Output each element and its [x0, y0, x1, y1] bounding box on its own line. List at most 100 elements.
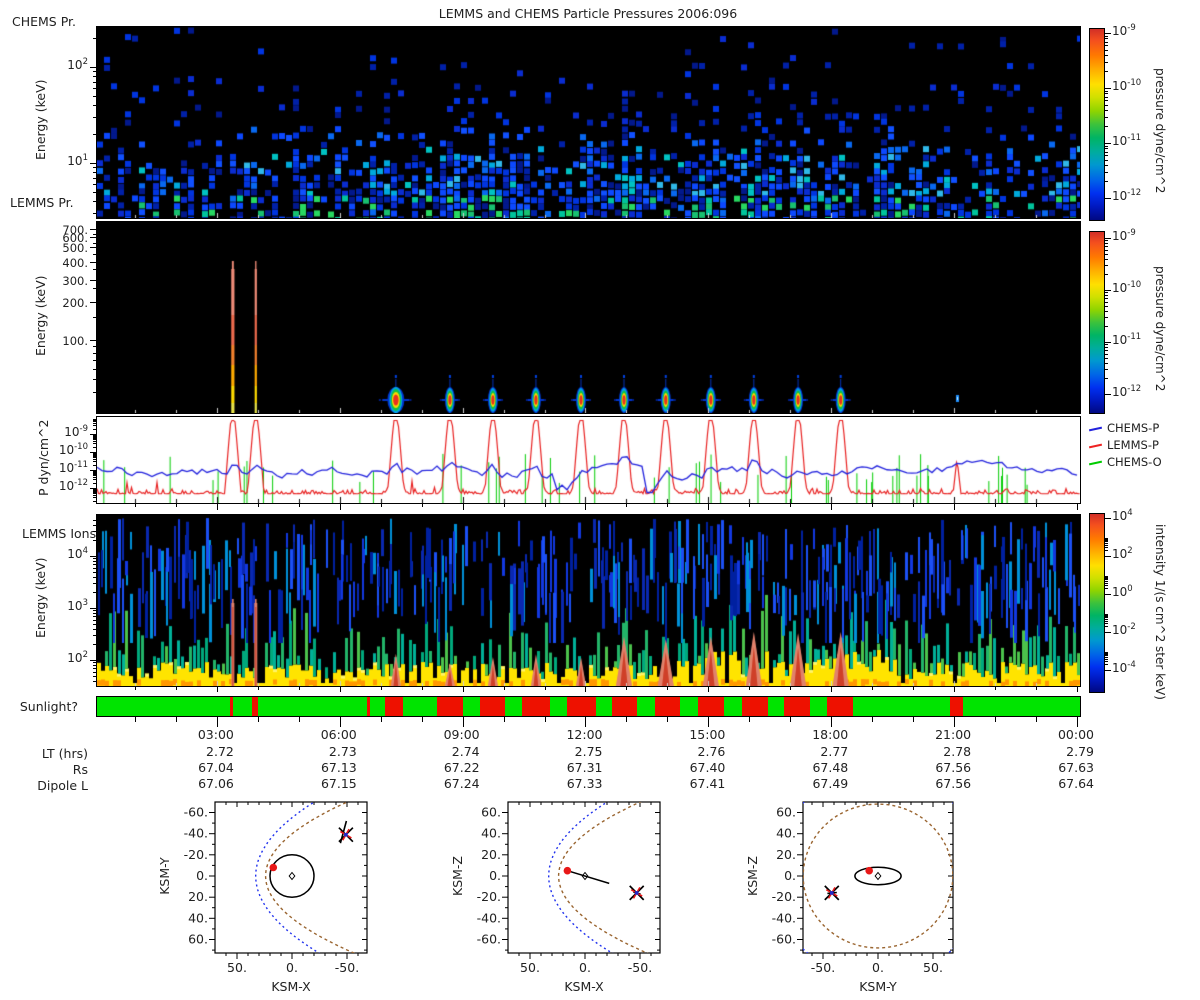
colorbar-major-tick: [1105, 143, 1111, 144]
colorbar-minor-tick: [1105, 653, 1108, 654]
colorbar-minor-tick: [1105, 538, 1108, 539]
colorbar-tick-label: 10-12: [1112, 188, 1142, 203]
y-minor-tick: [93, 479, 97, 480]
panel-gap-tick: [340, 504, 341, 510]
magnetopause-circle: [803, 803, 953, 949]
svg-text:KSM-Z: KSM-Z: [745, 856, 760, 896]
svg-text:40.: 40.: [776, 826, 796, 841]
sunlight-off-segment: [742, 697, 769, 716]
colorbar-minor-tick: [1105, 354, 1108, 355]
colorbar-minor-tick: [1105, 583, 1108, 584]
svg-text:0.: 0.: [579, 960, 591, 975]
chems-pressure-spectrogram: [96, 26, 1081, 219]
colorbar-major-tick: [1105, 33, 1111, 34]
panel-gap-tick: [831, 504, 832, 510]
ions-panel-label: LEMMS Ions: [22, 526, 97, 541]
ephemeris-value: 67.41: [689, 776, 726, 791]
sunlight-off-segment: [612, 697, 638, 716]
sunlight-on-segment: [257, 697, 368, 716]
panel-gap-tick: [422, 504, 423, 507]
sunlight-off-segment: [784, 697, 810, 716]
ephemeris-value: 67.64: [1058, 776, 1094, 791]
y-minor-tick: [93, 425, 97, 426]
y-minor-tick: [93, 105, 97, 106]
bow-shock-curve: [548, 802, 614, 953]
svg-text:KSM-Y: KSM-Y: [157, 857, 172, 895]
svg-text:40.: 40.: [481, 826, 501, 841]
colorbar-minor-tick: [1105, 616, 1108, 617]
colorbar-minor-tick: [1105, 148, 1108, 149]
y-minor-tick: [93, 665, 97, 666]
y-minor-tick: [93, 644, 97, 645]
y-minor-tick: [93, 76, 97, 77]
sunlight-on-segment: [402, 697, 437, 716]
colorbar-minor-tick: [1105, 664, 1108, 665]
plot-page: LEMMS and CHEMS Particle Pressures 2006:…: [0, 0, 1200, 1000]
y-minor-tick: [93, 583, 97, 584]
y-major-tick: [90, 237, 97, 238]
time-axis-tick: [258, 717, 259, 722]
y-minor-tick: [93, 672, 97, 673]
y-minor-tick: [93, 213, 97, 214]
titan-marker: [563, 866, 572, 875]
colorbar-minor-tick: [1105, 97, 1108, 98]
time-tick-label: 15:00: [689, 727, 726, 742]
colorbar-tick-label: 10-4: [1112, 660, 1136, 675]
y-minor-tick: [93, 520, 97, 521]
ephemeris-value: 2.78: [943, 744, 972, 759]
sunlight-on-segment: [97, 697, 230, 716]
colorbar-tick-label: 10-2: [1112, 622, 1136, 637]
colorbar-lemms-ions: [1089, 513, 1105, 693]
y-minor-tick: [93, 540, 97, 541]
magnetopause-curve: [557, 802, 649, 953]
dipole-row-label: Dipole L: [37, 778, 88, 793]
panel-gap-tick: [708, 687, 709, 692]
colorbar-tick-label: 10-11: [1112, 332, 1142, 347]
y-minor-tick: [93, 483, 97, 484]
orbit-plot-ksm-z-vs-ksm-y: -50. 0. 50. 60. 40. 20. 0. -20. -40. -60. KSM-Y KSM…: [745, 801, 954, 994]
sunlight-on-segment: [637, 697, 656, 716]
panel-gap-tick: [340, 687, 341, 692]
lemms-ions-spectrogram: [96, 514, 1081, 687]
time-tick-label: 21:00: [935, 727, 972, 742]
panel-gap-tick: [299, 687, 300, 690]
y-minor-tick: [93, 438, 97, 439]
time-axis-tick: [504, 717, 505, 722]
svg-text:50.: 50.: [923, 960, 943, 975]
y-minor-tick: [93, 254, 97, 255]
y-minor-tick: [93, 447, 97, 448]
panel-gap-tick: [585, 504, 586, 510]
y-minor-tick: [93, 473, 97, 474]
ephemeris-value: 67.22: [443, 760, 480, 775]
ephemeris-value: 67.04: [198, 760, 234, 775]
colorbar-minor-tick: [1105, 93, 1108, 94]
energy-axis-label-1: Energy (keV): [33, 79, 48, 160]
colorbar-major-tick: [1105, 88, 1111, 89]
y-minor-tick: [93, 635, 97, 636]
colorbar-major-tick: [1105, 342, 1111, 343]
pressure-line-plot: [96, 416, 1081, 504]
colorbar-minor-tick: [1105, 302, 1108, 303]
chems-panel-label: CHEMS Pr.: [12, 14, 77, 29]
y-minor-tick: [93, 439, 97, 440]
colorbar-minor-tick: [1105, 292, 1108, 293]
orbit-plot-content: [255, 802, 355, 953]
y-minor-tick: [93, 429, 97, 430]
ephemeris-value: 2.72: [206, 744, 234, 759]
y-minor-tick: [93, 392, 97, 393]
legend-line-chems-p: [1088, 426, 1103, 431]
colorbar-minor-tick: [1105, 652, 1108, 653]
time-axis-tick: [708, 717, 709, 727]
panel-gap-tick: [954, 687, 955, 692]
colorbar-minor-tick: [1105, 654, 1108, 655]
y-minor-tick: [93, 420, 97, 421]
svg-text:60.: 60.: [481, 805, 501, 820]
colorbar-minor-tick: [1105, 243, 1108, 244]
colorbar-minor-tick: [1105, 540, 1108, 541]
colorbar-minor-tick: [1105, 42, 1108, 43]
y-major-tick: [90, 302, 97, 303]
y-minor-tick: [93, 475, 97, 476]
colorbar-minor-tick: [1105, 550, 1108, 551]
colorbar-minor-tick: [1105, 344, 1108, 345]
colorbar-minor-tick: [1105, 246, 1108, 247]
